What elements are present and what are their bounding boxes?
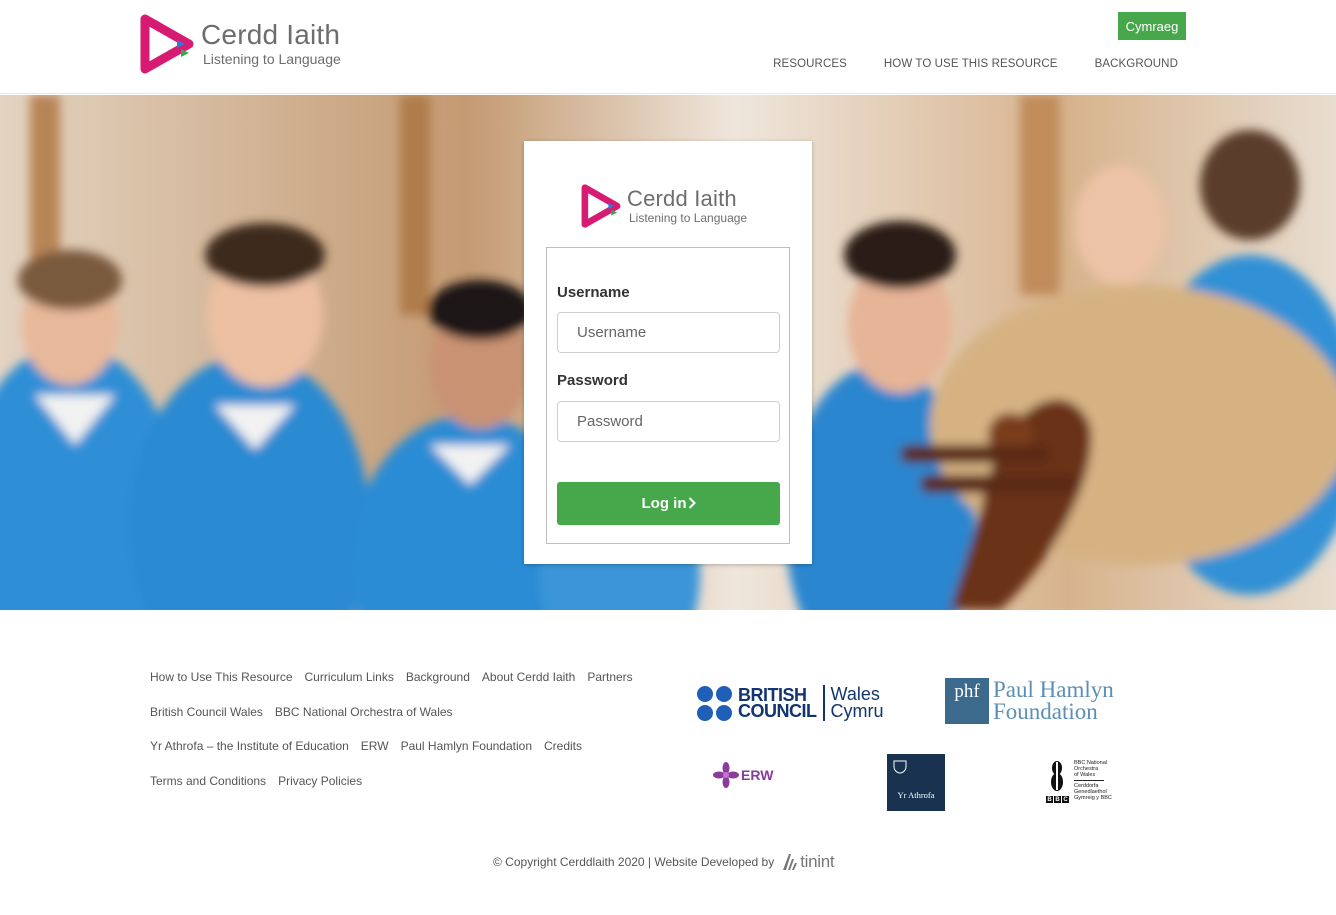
university-shield-icon	[893, 760, 907, 774]
footer-link-row: Terms and Conditions Privacy Policies	[150, 764, 650, 799]
logo-tagline: Listening to Language	[203, 51, 341, 67]
footer-link-row: Yr Athrofa – the Institute of Education …	[150, 729, 650, 764]
developer-logo[interactable]: tinint	[782, 852, 835, 872]
phf-mark: phf	[945, 678, 989, 724]
username-input[interactable]	[557, 312, 780, 353]
login-form: Username Password Log in	[546, 247, 790, 544]
footer-link-erw[interactable]: ERW	[361, 739, 389, 753]
password-label: Password	[557, 372, 628, 389]
footer-link-partners[interactable]: Partners	[587, 670, 632, 684]
copyright-bar: © Copyright Cerddlaith 2020 | Website De…	[493, 852, 835, 872]
footer-link-credits[interactable]: Credits	[544, 739, 582, 753]
login-logo-name: Cerdd Iaith	[627, 185, 737, 211]
main-nav: RESOURCES HOW TO USE THIS RESOURCE BACKG…	[773, 58, 1178, 70]
footer-link-row: How to Use This Resource Curriculum Link…	[150, 660, 650, 695]
cerdd-iaith-logo-icon	[140, 14, 194, 74]
developer-name: tinint	[800, 852, 835, 871]
language-toggle-button[interactable]: Cymraeg	[1118, 12, 1186, 40]
nav-item-how-to-use[interactable]: HOW TO USE THIS RESOURCE	[884, 58, 1058, 70]
footer-link-curriculum[interactable]: Curriculum Links	[305, 670, 394, 684]
site-logo[interactable]: Cerdd Iaith Listening to Language	[137, 12, 357, 76]
cerdd-iaith-logo-icon	[581, 184, 621, 228]
bc-line-4: Cymru	[830, 701, 884, 721]
logo-name: Cerdd Iaith	[201, 19, 341, 50]
british-council-dots-icon	[697, 685, 732, 721]
bbc-now-instrument-icon	[1051, 761, 1063, 791]
nav-item-resources[interactable]: RESOURCES	[773, 58, 847, 70]
athrofa-name: Yr Athrofa	[897, 790, 935, 800]
login-logo: Cerdd Iaith Listening to Language	[579, 183, 747, 229]
bbcnow-line-6: Gymreig y BBC	[1074, 795, 1112, 801]
copyright-text: © Copyright Cerddlaith 2020 | Website De…	[493, 855, 775, 869]
password-input[interactable]	[557, 401, 780, 442]
bc-divider	[822, 685, 825, 721]
phf-line-2: Foundation	[993, 699, 1098, 724]
footer-link-background[interactable]: Background	[406, 670, 470, 684]
footer-link-privacy[interactable]: Privacy Policies	[278, 774, 362, 788]
nav-item-background[interactable]: BACKGROUND	[1095, 58, 1178, 70]
footer-links: How to Use This Resource Curriculum Link…	[150, 660, 650, 798]
footer-link-terms[interactable]: Terms and Conditions	[150, 774, 266, 788]
bbc-blocks-icon: B B C	[1046, 796, 1069, 803]
yr-athrofa-logo[interactable]: Yr Athrofa	[887, 754, 945, 811]
bbc-block: B	[1046, 796, 1053, 803]
bc-line-2: COUNCIL	[738, 701, 817, 721]
bbc-block: B	[1054, 796, 1061, 803]
login-button[interactable]: Log in	[557, 482, 780, 525]
erw-flower-icon	[713, 762, 739, 788]
chevron-right-icon	[688, 497, 696, 509]
tinint-mark-icon	[783, 854, 798, 870]
bbc-national-orchestra-of-wales-logo[interactable]: B B C BBC National Orchestra of Wales Ce…	[1046, 760, 1120, 806]
paul-hamlyn-foundation-logo[interactable]: phf Paul Hamlyn Foundation	[945, 678, 1114, 724]
footer-link-phf[interactable]: Paul Hamlyn Foundation	[401, 739, 532, 753]
bbc-block: C	[1062, 796, 1069, 803]
phf-line-1: Paul Hamlyn	[993, 677, 1114, 702]
footer-link-about[interactable]: About Cerdd Iaith	[482, 670, 575, 684]
footer-link-british-council[interactable]: British Council Wales	[150, 705, 263, 719]
erw-logo[interactable]: ERW	[713, 762, 773, 788]
username-label: Username	[557, 284, 630, 301]
site-header: Cerdd Iaith Listening to Language Cymrae…	[0, 0, 1336, 94]
footer-link-how-to-use[interactable]: How to Use This Resource	[150, 670, 293, 684]
british-council-wales-logo[interactable]: BRITISH COUNCIL Wales Cymru	[697, 685, 884, 721]
login-card: Cerdd Iaith Listening to Language Userna…	[524, 141, 812, 564]
bbcnow-divider	[1074, 780, 1104, 781]
erw-wordmark: ERW	[741, 767, 774, 783]
bbcnow-line-3: of Wales	[1074, 772, 1096, 778]
login-button-label: Log in	[641, 495, 687, 512]
login-logo-tagline: Listening to Language	[629, 210, 748, 225]
footer-link-athrofa[interactable]: Yr Athrofa – the Institute of Education	[150, 739, 349, 753]
footer-link-row: British Council Wales BBC National Orche…	[150, 695, 650, 730]
footer-link-bbc-now[interactable]: BBC National Orchestra of Wales	[275, 705, 453, 719]
